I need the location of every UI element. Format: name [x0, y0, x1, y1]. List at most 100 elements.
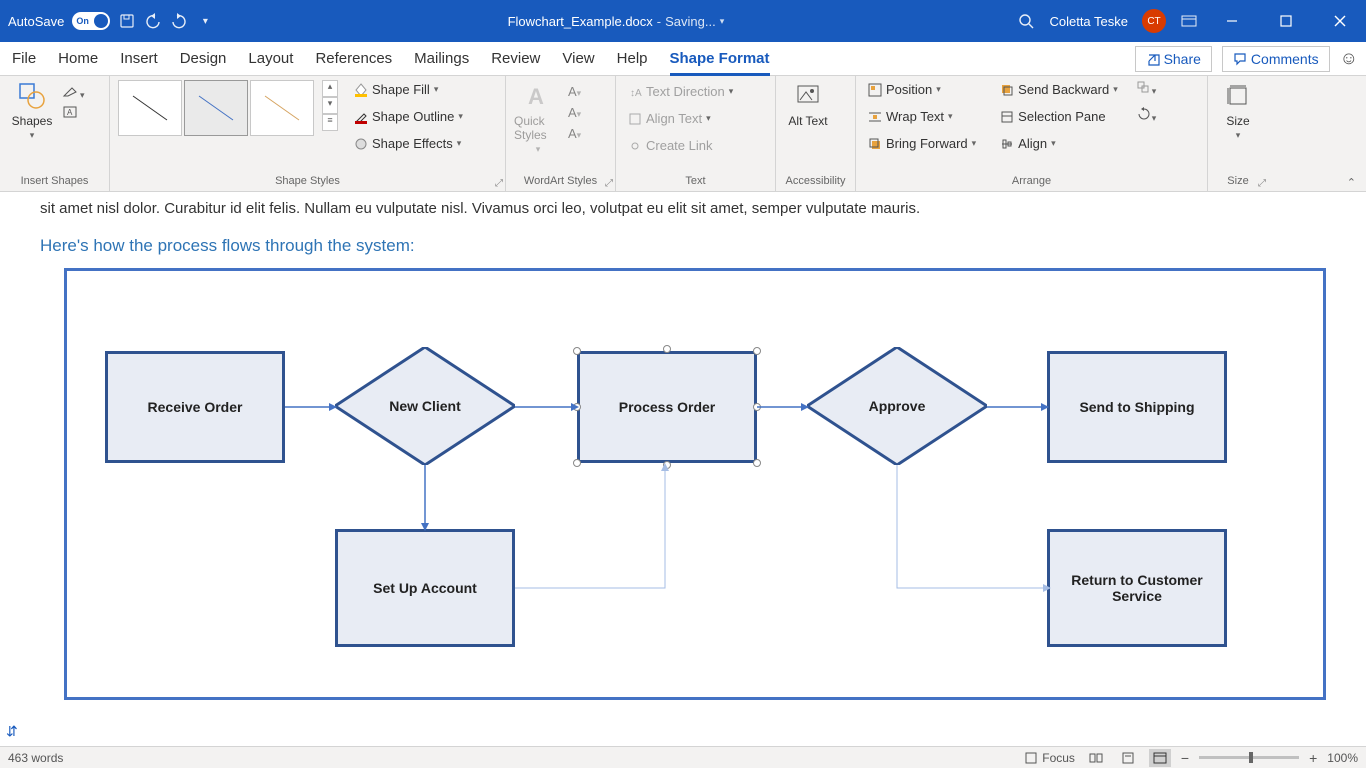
gallery-scroll[interactable]: ▴▾≡ — [322, 80, 338, 131]
selection-pane-button[interactable]: Selection Pane — [996, 107, 1122, 126]
wordart-launcher[interactable]: ⤢ — [605, 178, 613, 189]
rotate-icon[interactable]: ▾ — [1136, 107, 1157, 126]
tab-shape-format[interactable]: Shape Format — [670, 44, 770, 76]
read-mode-icon[interactable] — [1085, 749, 1107, 767]
document-area: sit amet nisl dolor. Curabitur id elit f… — [0, 192, 1366, 746]
zoom-slider[interactable] — [1199, 756, 1299, 759]
autosave-toggle[interactable]: On — [72, 12, 110, 30]
tab-design[interactable]: Design — [180, 44, 227, 73]
quick-styles-button[interactable]: A Quick Styles▾ — [514, 80, 562, 155]
tab-insert[interactable]: Insert — [120, 44, 158, 73]
comments-button[interactable]: Comments — [1222, 46, 1330, 72]
edit-shape-icon[interactable]: ▾ — [62, 84, 85, 103]
autosave-label: AutoSave — [8, 14, 64, 29]
svg-text:A: A — [528, 84, 544, 109]
save-status: Saving... — [665, 14, 716, 29]
shape-setup-account[interactable]: Set Up Account — [335, 529, 515, 647]
shape-effects-button[interactable]: Shape Effects▾ — [350, 134, 467, 153]
align-button[interactable]: Align▾ — [996, 134, 1122, 153]
shape-process-order[interactable]: Process Order — [577, 351, 757, 463]
collapse-ribbon-icon[interactable]: ⌃ — [1347, 176, 1356, 189]
group-label-wordart: WordArt Styles — [514, 175, 607, 189]
group-label-insert-shapes: Insert Shapes — [8, 175, 101, 189]
share-button[interactable]: Share — [1135, 46, 1212, 72]
drawing-canvas[interactable]: Receive Order New Client Process Order A… — [64, 268, 1326, 700]
svg-text:A: A — [67, 108, 73, 117]
shape-style-gallery[interactable] — [118, 80, 314, 136]
text-outline-icon[interactable]: A▾ — [568, 105, 581, 120]
group-label-accessibility: Accessibility — [784, 175, 847, 189]
web-layout-icon[interactable] — [1149, 749, 1171, 767]
tab-review[interactable]: Review — [491, 44, 540, 73]
group-label-size: Size — [1216, 175, 1260, 189]
wrap-text-button[interactable]: Wrap Text▾ — [864, 107, 980, 126]
arrow-process-to-approve[interactable] — [757, 401, 809, 413]
search-icon[interactable] — [1017, 12, 1035, 30]
maximize-button[interactable] — [1266, 1, 1306, 41]
group-label-text: Text — [624, 175, 767, 189]
customize-qat-icon[interactable]: ▾ — [196, 12, 214, 30]
tab-help[interactable]: Help — [617, 44, 648, 73]
tab-mailings[interactable]: Mailings — [414, 44, 469, 73]
alt-text-button[interactable]: Alt Text — [784, 80, 832, 128]
shape-receive-order[interactable]: Receive Order — [105, 351, 285, 463]
size-launcher[interactable]: ⤢ — [1258, 178, 1266, 189]
arrow-newclient-to-setup[interactable] — [419, 465, 431, 531]
tab-file[interactable]: File — [12, 44, 36, 73]
undo-icon[interactable] — [144, 12, 162, 30]
shape-outline-button[interactable]: Shape Outline▾ — [350, 107, 467, 126]
close-button[interactable] — [1320, 1, 1360, 41]
tab-home[interactable]: Home — [58, 44, 98, 73]
redo-icon[interactable] — [170, 12, 188, 30]
arrow-newclient-to-process[interactable] — [515, 401, 579, 413]
zoom-level[interactable]: 100% — [1327, 751, 1358, 765]
document-filename: Flowchart_Example.docx — [508, 14, 653, 29]
accessibility-checker-icon[interactable]: ⇵ — [6, 723, 18, 740]
tab-references[interactable]: References — [315, 44, 392, 73]
arrow-approve-to-shipping[interactable] — [987, 401, 1049, 413]
section-heading[interactable]: Here's how the process flows through the… — [0, 218, 1366, 268]
feedback-icon[interactable]: ☺ — [1340, 48, 1358, 69]
status-bar: 463 words Focus − + 100% — [0, 746, 1366, 768]
size-button[interactable]: Size▾ — [1216, 80, 1260, 141]
text-fill-icon[interactable]: A▾ — [568, 84, 581, 99]
text-direction-button[interactable]: ↕AText Direction▾ — [624, 82, 737, 101]
word-count[interactable]: 463 words — [8, 751, 63, 765]
zoom-in-button[interactable]: + — [1309, 750, 1317, 766]
group-icon[interactable]: ▾ — [1136, 80, 1157, 99]
print-layout-icon[interactable] — [1117, 749, 1139, 767]
shape-send-shipping[interactable]: Send to Shipping — [1047, 351, 1227, 463]
group-label-shape-styles: Shape Styles — [118, 175, 497, 189]
ribbon-tabs: File Home Insert Design Layout Reference… — [0, 42, 1366, 76]
body-paragraph[interactable]: sit amet nisl dolor. Curabitur id elit f… — [0, 192, 1366, 218]
shape-return-cs[interactable]: Return to Customer Service — [1047, 529, 1227, 647]
minimize-button[interactable] — [1212, 1, 1252, 41]
ribbon-display-icon[interactable] — [1180, 12, 1198, 30]
shape-new-client[interactable]: New Client — [335, 347, 515, 465]
text-box-icon[interactable]: A — [62, 105, 85, 124]
tab-layout[interactable]: Layout — [248, 44, 293, 73]
user-avatar[interactable]: CT — [1142, 9, 1166, 33]
tab-view[interactable]: View — [562, 44, 594, 73]
group-label-arrange: Arrange — [864, 175, 1199, 189]
arrow-receive-to-newclient[interactable] — [285, 401, 337, 413]
arrow-approve-to-return[interactable] — [891, 465, 1051, 595]
arrow-setup-to-process[interactable] — [515, 463, 671, 593]
save-icon[interactable] — [118, 12, 136, 30]
user-name[interactable]: Coletta Teske — [1049, 14, 1128, 29]
text-effects-icon[interactable]: A▾ — [568, 126, 581, 141]
shape-approve[interactable]: Approve — [807, 347, 987, 465]
ribbon: Shapes ▾ ▾ A Insert Shapes ▴▾≡ Shape Fil… — [0, 76, 1366, 192]
position-button[interactable]: Position▾ — [864, 80, 980, 99]
align-text-button[interactable]: Align Text▾ — [624, 109, 737, 128]
shape-styles-launcher[interactable]: ⤢ — [495, 178, 503, 189]
focus-mode-button[interactable]: Focus — [1024, 751, 1075, 765]
shapes-button[interactable]: Shapes ▾ — [8, 80, 56, 141]
zoom-out-button[interactable]: − — [1181, 750, 1189, 766]
bring-forward-button[interactable]: Bring Forward▾ — [864, 134, 980, 153]
send-backward-button[interactable]: Send Backward▾ — [996, 80, 1122, 99]
window-titlebar: AutoSave On ▾ Flowchart_Example.docx - S… — [0, 0, 1366, 42]
shape-fill-button[interactable]: Shape Fill▾ — [350, 80, 467, 99]
svg-text:↕A: ↕A — [630, 88, 642, 99]
create-link-button[interactable]: Create Link — [624, 136, 737, 155]
